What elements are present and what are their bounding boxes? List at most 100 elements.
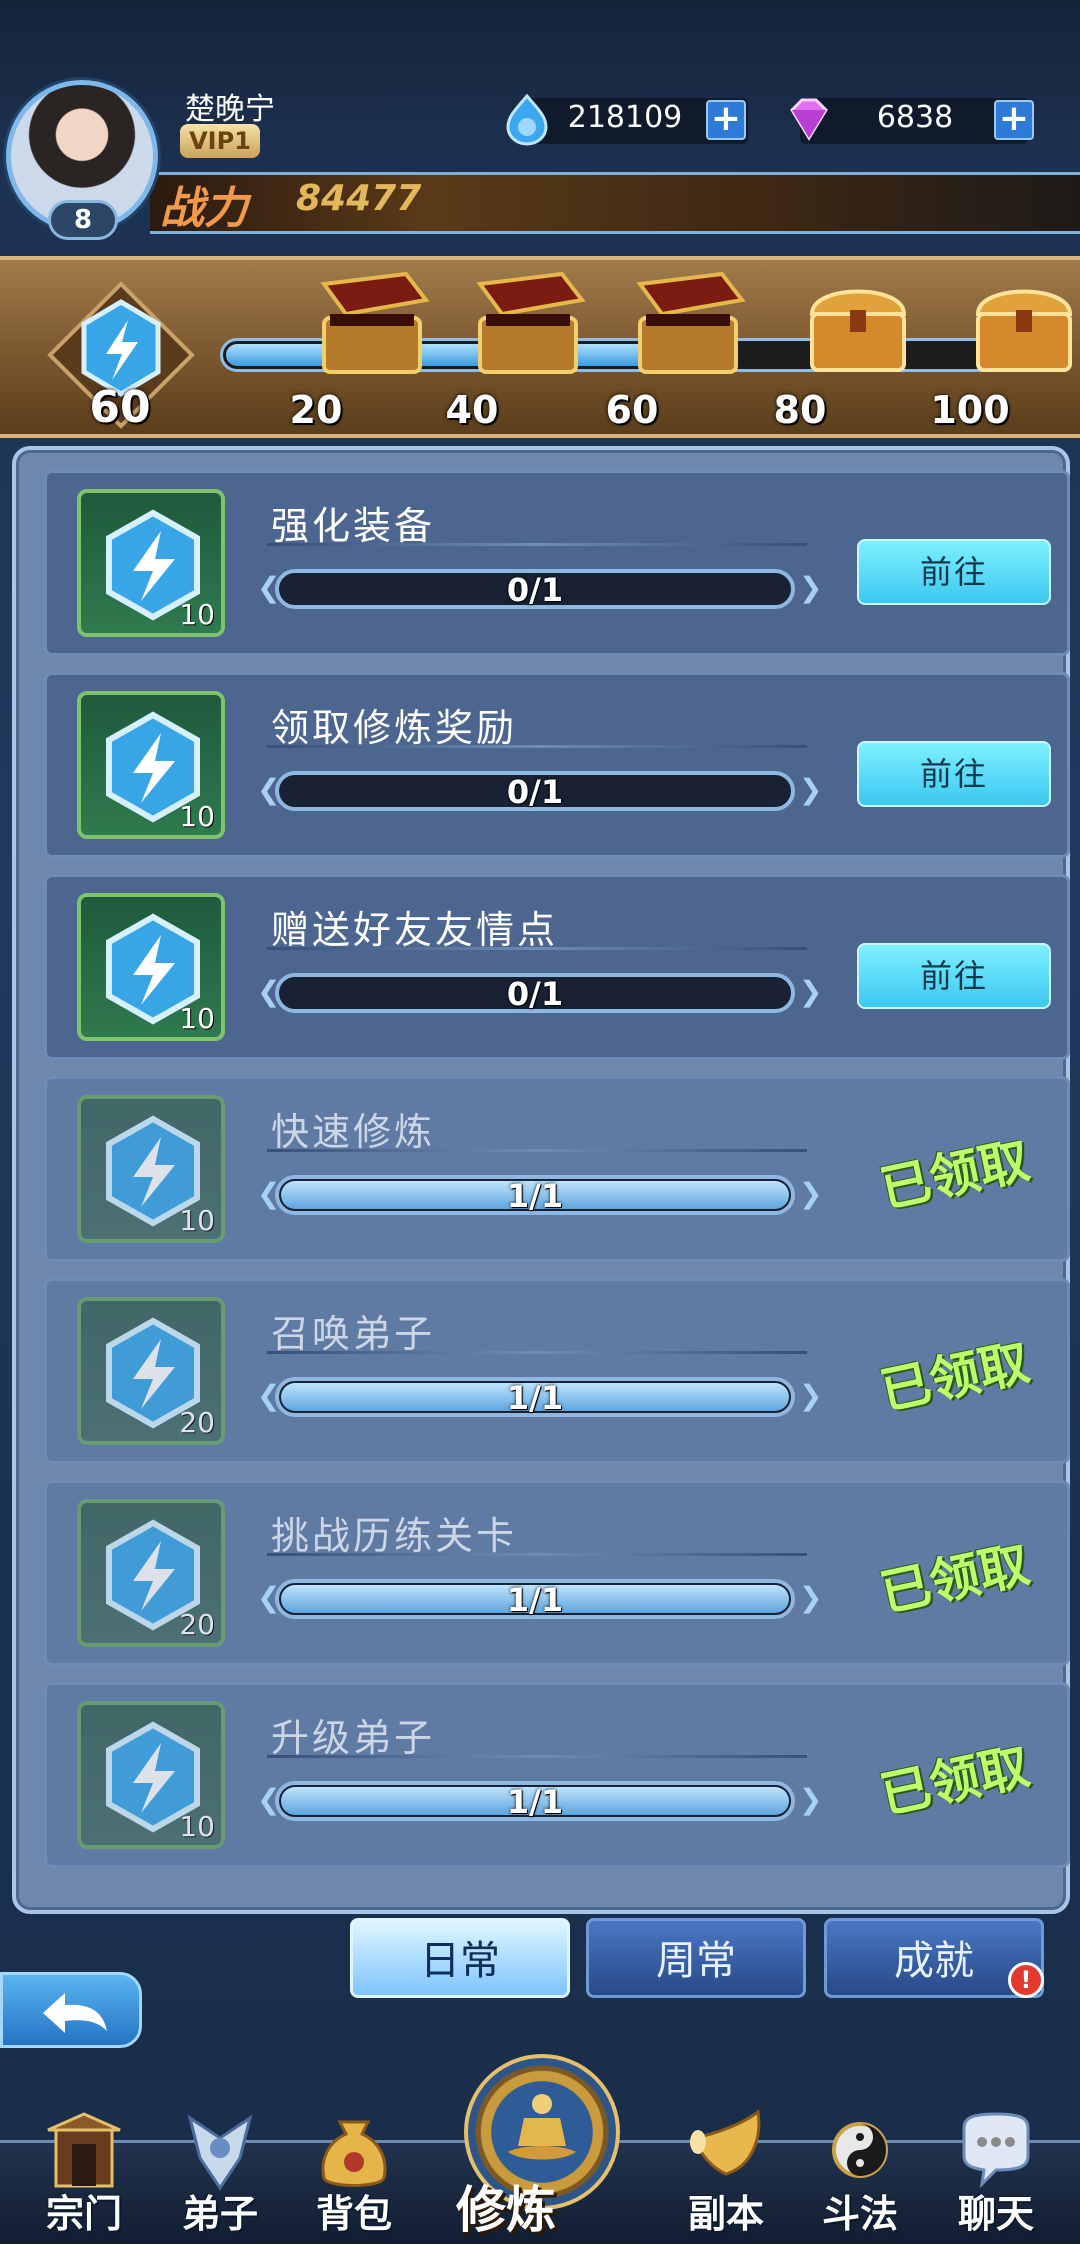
opened-chest-icon[interactable] bbox=[310, 270, 434, 376]
task-reward-icon: 10 bbox=[77, 691, 225, 839]
add-gem-button[interactable]: + bbox=[706, 100, 746, 140]
claimed-stamp: 已领取 bbox=[875, 1736, 1035, 1825]
tab-weekly[interactable]: 周常 bbox=[586, 1918, 806, 1998]
nav-chat[interactable]: 聊天 bbox=[936, 2108, 1056, 2244]
task-progress-bar: 1/1 bbox=[275, 1175, 795, 1215]
spirit-gem-icon bbox=[506, 94, 548, 146]
task-card: 20 召唤弟子 ❮ 1/1 ❯ 已领取 bbox=[44, 1278, 1070, 1464]
bar-left-cap-icon: ❮ bbox=[257, 1783, 281, 1816]
task-progress-bar: 1/1 bbox=[275, 1781, 795, 1821]
go-button[interactable]: 前往 bbox=[857, 741, 1051, 807]
nav-duel[interactable]: 斗法 bbox=[800, 2108, 920, 2244]
milestone-label: 80 bbox=[773, 388, 827, 432]
opened-chest-icon[interactable] bbox=[626, 270, 750, 376]
nav-label: 背包 bbox=[315, 2192, 392, 2236]
nav-sect[interactable]: 宗门 bbox=[24, 2108, 144, 2244]
milestone-label: 60 bbox=[605, 388, 659, 432]
milestone-label: 100 bbox=[930, 388, 1010, 432]
task-reward-icon: 10 bbox=[77, 489, 225, 637]
player-name: 楚晚宁 bbox=[185, 92, 275, 127]
task-title: 强化装备 bbox=[271, 504, 436, 548]
claimed-stamp: 已领取 bbox=[875, 1130, 1035, 1219]
go-button[interactable]: 前往 bbox=[857, 943, 1051, 1009]
task-points: 10 bbox=[179, 800, 215, 833]
nav-label: 修炼 bbox=[456, 2181, 556, 2239]
player-header: 8 楚晚宁 VIP1 战力 84477 218109 + 6838 + bbox=[0, 60, 1080, 250]
task-card: 10 快速修炼 ❮ 1/1 ❯ 已领取 bbox=[44, 1076, 1070, 1262]
bar-right-cap-icon: ❯ bbox=[799, 1177, 823, 1210]
bar-left-cap-icon: ❮ bbox=[257, 1379, 281, 1412]
task-progress-text: 0/1 bbox=[506, 975, 564, 1013]
meditation-icon bbox=[508, 2094, 576, 2160]
nav-label: 宗门 bbox=[45, 2192, 122, 2236]
nav-label: 聊天 bbox=[957, 2192, 1034, 2236]
chat-icon bbox=[962, 2112, 1030, 2189]
claimed-stamp: 已领取 bbox=[875, 1332, 1035, 1421]
task-card: 10 赠送好友友情点 ❮ 0/1 ❯ 前往 bbox=[44, 874, 1070, 1060]
task-progress-bar: 0/1 bbox=[275, 771, 795, 811]
closed-chest-icon[interactable] bbox=[796, 270, 920, 376]
back-button[interactable] bbox=[0, 1972, 142, 2048]
bar-left-cap-icon: ❮ bbox=[257, 1177, 281, 1210]
task-card: 20 挑战历练关卡 ❮ 1/1 ❯ 已领取 bbox=[44, 1480, 1070, 1666]
task-card: 10 领取修炼奖励 ❮ 0/1 ❯ 前往 bbox=[44, 672, 1070, 858]
back-arrow-icon bbox=[43, 1993, 107, 2033]
add-diamond-button[interactable]: + bbox=[994, 100, 1034, 140]
task-progress-bar: 1/1 bbox=[275, 1377, 795, 1417]
divider bbox=[267, 1553, 807, 1556]
bar-left-cap-icon: ❮ bbox=[257, 975, 281, 1008]
task-progress-text: 0/1 bbox=[506, 773, 564, 811]
task-points: 20 bbox=[179, 1406, 215, 1439]
bar-right-cap-icon: ❯ bbox=[799, 773, 823, 806]
task-points: 10 bbox=[179, 1810, 215, 1843]
task-reward-icon: 10 bbox=[77, 1701, 225, 1849]
nav-dungeon[interactable]: 副本 bbox=[666, 2108, 786, 2244]
nav-label: 弟子 bbox=[181, 2192, 258, 2236]
gem-value: 218109 bbox=[567, 100, 683, 135]
task-progress-bar: 1/1 bbox=[275, 1579, 795, 1619]
activity-points: 60 bbox=[89, 382, 151, 433]
task-progress-text: 1/1 bbox=[506, 1581, 564, 1619]
achievement-alert-badge: ! bbox=[1008, 1962, 1044, 1998]
horn-icon bbox=[690, 2109, 761, 2176]
bar-right-cap-icon: ❯ bbox=[799, 975, 823, 1008]
task-card: 10 强化装备 ❮ 0/1 ❯ 前往 bbox=[44, 470, 1070, 656]
nav-label: 斗法 bbox=[821, 2192, 898, 2236]
divider bbox=[267, 1755, 807, 1758]
nav-cultivate[interactable]: 修炼 bbox=[456, 2054, 626, 2244]
claimed-stamp: 已领取 bbox=[875, 1534, 1035, 1623]
bar-right-cap-icon: ❯ bbox=[799, 1379, 823, 1412]
diamond-icon bbox=[790, 98, 828, 141]
bar-left-cap-icon: ❮ bbox=[257, 773, 281, 806]
nav-bag[interactable]: 背包 bbox=[294, 2108, 414, 2244]
task-progress-text: 1/1 bbox=[506, 1177, 564, 1215]
divider bbox=[267, 543, 807, 546]
task-reward-icon: 20 bbox=[77, 1297, 225, 1445]
task-title: 挑战历练关卡 bbox=[271, 1514, 518, 1558]
task-title: 赠送好友友情点 bbox=[271, 908, 559, 952]
tab-daily[interactable]: 日常 bbox=[350, 1918, 570, 1998]
bar-right-cap-icon: ❯ bbox=[799, 1783, 823, 1816]
task-reward-icon: 20 bbox=[77, 1499, 225, 1647]
task-title: 升级弟子 bbox=[271, 1716, 436, 1760]
yin-yang-icon bbox=[832, 2122, 888, 2178]
task-points: 20 bbox=[179, 1608, 215, 1641]
nav-disciple[interactable]: 弟子 bbox=[160, 2108, 280, 2244]
closed-chest-icon[interactable] bbox=[962, 270, 1080, 376]
level-badge: 8 bbox=[48, 200, 118, 240]
divider bbox=[267, 1149, 807, 1152]
milestone-label: 20 bbox=[289, 388, 343, 432]
go-button[interactable]: 前往 bbox=[857, 539, 1051, 605]
divider bbox=[267, 1351, 807, 1354]
task-points: 10 bbox=[179, 598, 215, 631]
vip-badge[interactable]: VIP1 bbox=[180, 124, 260, 158]
task-progress-bar: 0/1 bbox=[275, 973, 795, 1013]
task-points: 10 bbox=[179, 1204, 215, 1237]
bar-right-cap-icon: ❯ bbox=[799, 1581, 823, 1614]
task-title: 召唤弟子 bbox=[271, 1312, 436, 1356]
activity-strip: 60 20 40 60 80 100 bbox=[0, 256, 1080, 438]
power-bar bbox=[150, 172, 1080, 234]
opened-chest-icon[interactable] bbox=[466, 270, 590, 376]
task-title: 快速修炼 bbox=[271, 1110, 436, 1154]
task-reward-icon: 10 bbox=[77, 1095, 225, 1243]
